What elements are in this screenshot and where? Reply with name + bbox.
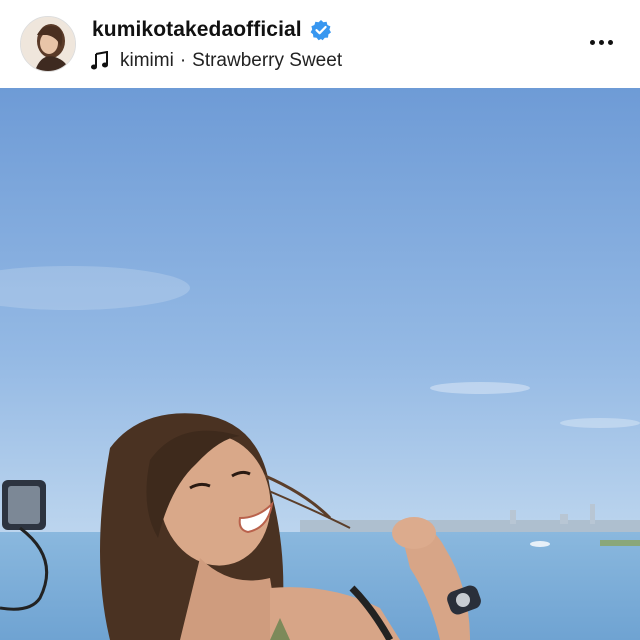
music-separator: · [179,50,187,71]
avatar[interactable] [20,16,76,72]
sky [0,88,640,533]
verified-badge-icon [310,19,332,41]
music-note-icon [90,50,110,71]
music-artist: kimimi [120,50,174,71]
avatar-image [21,17,75,71]
post-header: kumikotakedaofficial kimimi · Strawberry… [0,0,640,88]
music-track: Strawberry Sweet [192,50,343,71]
more-horizontal-icon [589,39,595,45]
more-dot [607,39,613,45]
more-options-button[interactable] [584,30,618,54]
username-row: kumikotakedaofficial [92,16,332,44]
audio-attribution[interactable]: kimimi · Strawberry Sweet [90,48,342,74]
post-photo[interactable] [0,88,640,640]
username[interactable]: kumikotakedaofficial [92,18,302,42]
more-dot [598,39,604,45]
distant-shoreline [300,520,640,532]
photo-scene [0,88,640,640]
